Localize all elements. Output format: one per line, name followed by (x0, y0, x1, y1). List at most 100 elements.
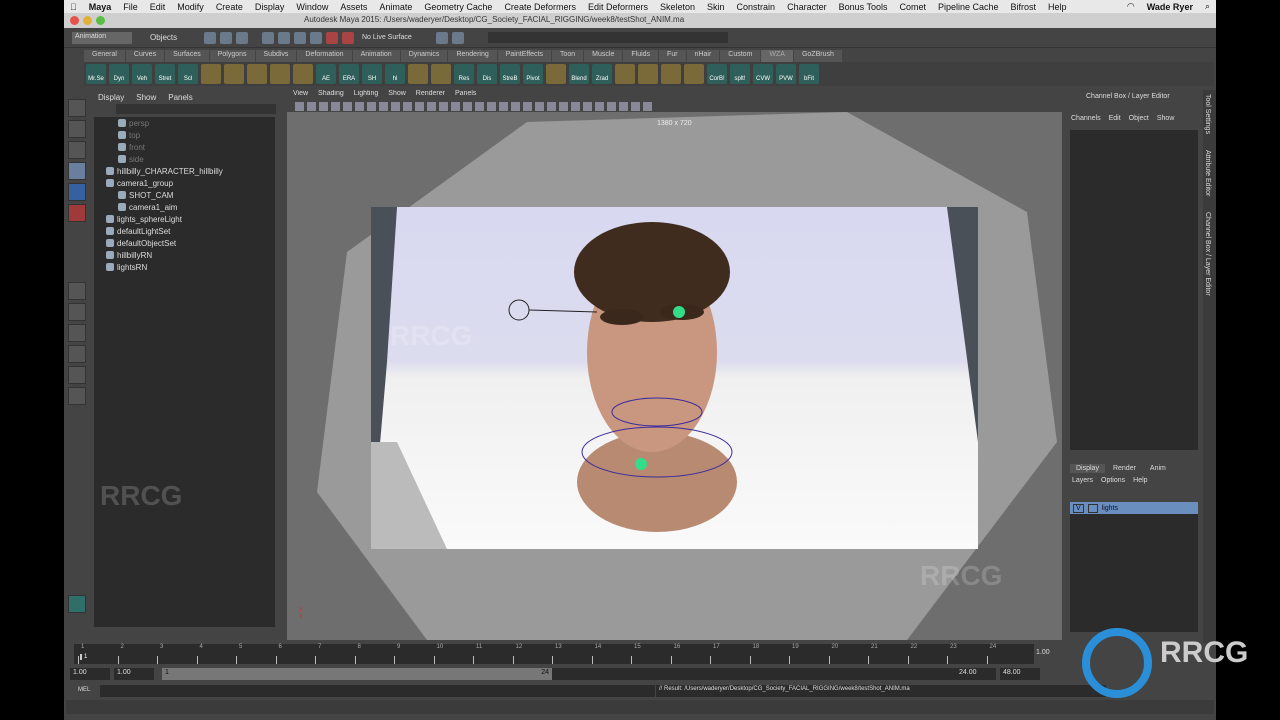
menu-comet[interactable]: Comet (899, 2, 926, 12)
shelf-button[interactable]: Res (454, 64, 474, 84)
viewport-tool-icon[interactable] (499, 102, 508, 111)
viewport-menu-shading[interactable]: Shading (318, 90, 344, 101)
shelf-tab-toon[interactable]: Toon (551, 50, 584, 62)
menu-constrain[interactable]: Constrain (737, 2, 776, 12)
render-icon[interactable] (435, 31, 448, 44)
outliner-item[interactable]: hillbillyRN (94, 249, 275, 261)
viewport-tool-icon[interactable] (355, 102, 364, 111)
channel-menu-object[interactable]: Object (1129, 115, 1149, 122)
channel-list[interactable] (1070, 130, 1198, 450)
snap-curve-icon[interactable] (278, 31, 290, 44)
menu-character[interactable]: Character (787, 2, 827, 12)
shelf-button[interactable] (201, 64, 221, 84)
outliner-item[interactable]: lightsRN (94, 261, 275, 273)
outliner-item[interactable]: defaultObjectSet (94, 237, 275, 249)
shelf-button[interactable]: Dis (477, 64, 497, 84)
outliner-item[interactable]: lights_sphereLight (94, 213, 275, 225)
viewport-tool-icon[interactable] (511, 102, 520, 111)
shelf-tab-muscle[interactable]: Muscle (584, 50, 623, 62)
outliner-item[interactable]: top (94, 129, 275, 141)
shelf-tab-animation[interactable]: Animation (352, 50, 400, 62)
shelf-button[interactable]: StreB (500, 64, 520, 84)
shelf-button[interactable]: SH (362, 64, 382, 84)
viewport-tool-icon[interactable] (451, 102, 460, 111)
viewport-menu-show[interactable]: Show (388, 90, 406, 101)
shelf-button[interactable]: Veh (132, 64, 152, 84)
outliner-item[interactable]: SHOT_CAM (94, 189, 275, 201)
outliner-menu-show[interactable]: Show (136, 93, 156, 102)
shelf-button[interactable]: Zrad (592, 64, 612, 84)
mel-label[interactable]: MEL (78, 687, 90, 693)
side-tab[interactable]: Channel Box / Layer Editor (1203, 208, 1212, 300)
shelf-button[interactable]: Dyn (109, 64, 129, 84)
shelf-tab-painteffects[interactable]: PaintEffects (497, 50, 551, 62)
viewport-tool-icon[interactable] (535, 102, 544, 111)
menu-assets[interactable]: Assets (340, 2, 367, 12)
shelf-button[interactable] (661, 64, 681, 84)
viewport-tool-icon[interactable] (547, 102, 556, 111)
shelf-button[interactable] (615, 64, 635, 84)
shelf-tab-deformation[interactable]: Deformation (297, 50, 352, 62)
shelf-button[interactable]: PVW (776, 64, 796, 84)
viewport-tool-icon[interactable] (427, 102, 436, 111)
viewport-tool-icon[interactable] (583, 102, 592, 111)
ipr-icon[interactable] (451, 31, 464, 44)
shelf-tab-wza[interactable]: WZA (761, 50, 793, 62)
viewport-tool-icon[interactable] (487, 102, 496, 111)
zoom-button[interactable] (96, 16, 105, 25)
select-component-icon[interactable] (236, 31, 248, 44)
selection-mode[interactable]: Objects (150, 33, 200, 42)
two-layout-icon[interactable] (68, 324, 86, 342)
range-track[interactable] (552, 668, 956, 680)
viewport-tool-icon[interactable] (295, 102, 304, 111)
viewport-tool-icon[interactable] (607, 102, 616, 111)
select-tool-icon[interactable] (68, 99, 86, 117)
shelf-button[interactable] (408, 64, 428, 84)
shelf-button[interactable]: Blend (569, 64, 589, 84)
magnet-icon[interactable] (326, 31, 338, 44)
shelf-button[interactable]: ERA (339, 64, 359, 84)
viewport-tool-icon[interactable] (619, 102, 628, 111)
viewport-tool-icon[interactable] (331, 102, 340, 111)
visibility-toggle[interactable]: V (1073, 503, 1084, 513)
layer-menu-help[interactable]: Help (1133, 477, 1147, 484)
shelf-tab-polygons[interactable]: Polygons (209, 50, 255, 62)
template-toggle[interactable] (1087, 503, 1098, 513)
user-name[interactable]: Wade Ryer (1147, 2, 1193, 12)
menu-skin[interactable]: Skin (707, 2, 725, 12)
snap-grid-icon[interactable] (262, 31, 274, 44)
viewport-menu-lighting[interactable]: Lighting (354, 90, 379, 101)
search-icon[interactable]: ⌕ (1205, 1, 1210, 12)
channel-menu-channels[interactable]: Channels (1071, 115, 1101, 122)
shelf-button[interactable] (270, 64, 290, 84)
home-icon[interactable] (68, 595, 86, 613)
menu-geometry-cache[interactable]: Geometry Cache (424, 2, 492, 12)
range-bar[interactable]: 1 24 (162, 668, 552, 680)
channel-menu-show[interactable]: Show (1157, 115, 1175, 122)
select-hierarchy-icon[interactable] (204, 31, 216, 44)
outliner-item[interactable]: camera1_group (94, 177, 275, 189)
viewport-tool-icon[interactable] (391, 102, 400, 111)
layer-tab-anim[interactable]: Anim (1144, 464, 1172, 473)
outliner-menu-panels[interactable]: Panels (168, 93, 192, 102)
shelf-button[interactable]: bFit (799, 64, 819, 84)
outliner-item[interactable]: front (94, 141, 275, 153)
viewport-tool-icon[interactable] (463, 102, 472, 111)
shelf-button[interactable] (431, 64, 451, 84)
shelf-button[interactable] (293, 64, 313, 84)
shelf-button[interactable] (224, 64, 244, 84)
shelf-button[interactable] (546, 64, 566, 84)
command-input[interactable] (100, 685, 655, 697)
menu-animate[interactable]: Animate (379, 2, 412, 12)
shelf-button[interactable] (684, 64, 704, 84)
viewport-tool-icon[interactable] (415, 102, 424, 111)
four-layout-icon[interactable] (68, 303, 86, 321)
side-tab[interactable]: Tool Settings (1203, 90, 1212, 138)
menu-bifrost[interactable]: Bifrost (1011, 2, 1037, 12)
wifi-icon[interactable]: ◠ (1127, 1, 1135, 12)
end-time-field[interactable]: 48.00 (1000, 668, 1040, 680)
outliner-item[interactable]: hillbilly_CHARACTER_hillbilly (94, 165, 275, 177)
mode-dropdown[interactable]: Animation (72, 31, 132, 44)
current-frame[interactable]: 1.00 (1036, 649, 1050, 656)
layer-tab-display[interactable]: Display (1070, 464, 1105, 473)
